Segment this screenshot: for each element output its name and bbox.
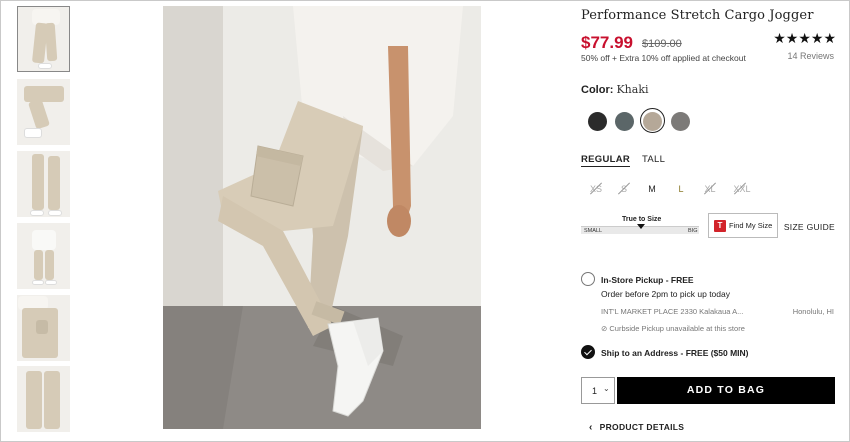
store-city: Honolulu, HI — [792, 307, 834, 316]
product-title: Performance Stretch Cargo Jogger — [581, 8, 814, 23]
find-my-size-label: Find My Size — [729, 221, 773, 230]
pickup-title: In-Store Pickup - FREE — [601, 275, 694, 285]
product-photo — [163, 6, 481, 429]
original-price: $109.00 — [642, 38, 682, 50]
chevron-left-icon: ‹ — [589, 422, 593, 433]
fit-scale-small: SMALL — [584, 228, 603, 234]
color-label: Color: — [581, 84, 614, 96]
size-m[interactable]: M — [642, 181, 662, 197]
ship-option-title: Ship to an Address - FREE ($50 MIN) — [601, 348, 749, 358]
tab-regular[interactable]: REGULAR — [581, 154, 631, 167]
color-label-row: Color: Khaki — [581, 83, 649, 96]
curbside-note: ⊘ Curbside Pickup unavailable at this st… — [601, 324, 745, 333]
thumbnail-5[interactable] — [17, 295, 70, 361]
store-address-link[interactable]: INT'L MARKET PLACE 2330 Kalakaua A... — [601, 307, 743, 316]
size-xl[interactable]: XL — [700, 181, 720, 197]
reviews-link[interactable]: 14 Reviews — [787, 51, 834, 61]
promo-text: 50% off + Extra 10% off applied at check… — [581, 53, 746, 63]
tab-tall[interactable]: TALL — [642, 154, 665, 165]
add-to-bag-button[interactable]: ADD TO BAG — [617, 377, 835, 404]
size-s[interactable]: S — [614, 181, 634, 197]
size-xxl[interactable]: XXL — [730, 181, 754, 197]
size-xs[interactable]: XS — [586, 181, 606, 197]
find-my-size-button[interactable]: T Find My Size — [708, 213, 778, 238]
rating-stars-icon[interactable]: ★★★★★ — [773, 30, 836, 47]
pickup-radio[interactable] — [581, 272, 595, 286]
fit-scale-marker-icon — [637, 224, 645, 229]
pickup-subtitle: Order before 2pm to pick up today — [601, 289, 730, 299]
thumbnail-1[interactable] — [17, 6, 70, 72]
fit-scale-label: True to Size — [622, 216, 662, 223]
color-value: Khaki — [616, 83, 649, 96]
quantity-value: 1 — [592, 386, 598, 396]
product-details-label: PRODUCT DETAILS — [599, 422, 685, 432]
thumbnail-2[interactable] — [17, 79, 70, 145]
color-swatch-khaki[interactable] — [643, 112, 662, 131]
chevron-down-icon: ⌄ — [603, 384, 610, 393]
color-swatch-black[interactable] — [588, 112, 607, 131]
thumbnail-4[interactable] — [17, 223, 70, 289]
size-l[interactable]: L — [671, 181, 691, 197]
fit-scale-big: BIG — [688, 228, 698, 234]
size-guide-link[interactable]: SIZE GUIDE — [784, 222, 835, 232]
thumbnail-6[interactable] — [17, 366, 70, 432]
color-swatch-slate[interactable] — [615, 112, 634, 131]
main-product-image — [163, 6, 481, 429]
product-info-panel: Performance Stretch Cargo Jogger $77.99 … — [581, 0, 836, 442]
sale-price: $77.99 — [581, 33, 633, 52]
truefit-logo-icon: T — [714, 220, 726, 232]
quantity-select[interactable]: 1 ⌄ — [581, 377, 615, 404]
ship-radio[interactable] — [581, 345, 595, 359]
color-swatch-grey[interactable] — [671, 112, 690, 131]
product-details-toggle[interactable]: ‹ PRODUCT DETAILS — [589, 422, 684, 433]
thumbnail-3[interactable] — [17, 151, 70, 217]
